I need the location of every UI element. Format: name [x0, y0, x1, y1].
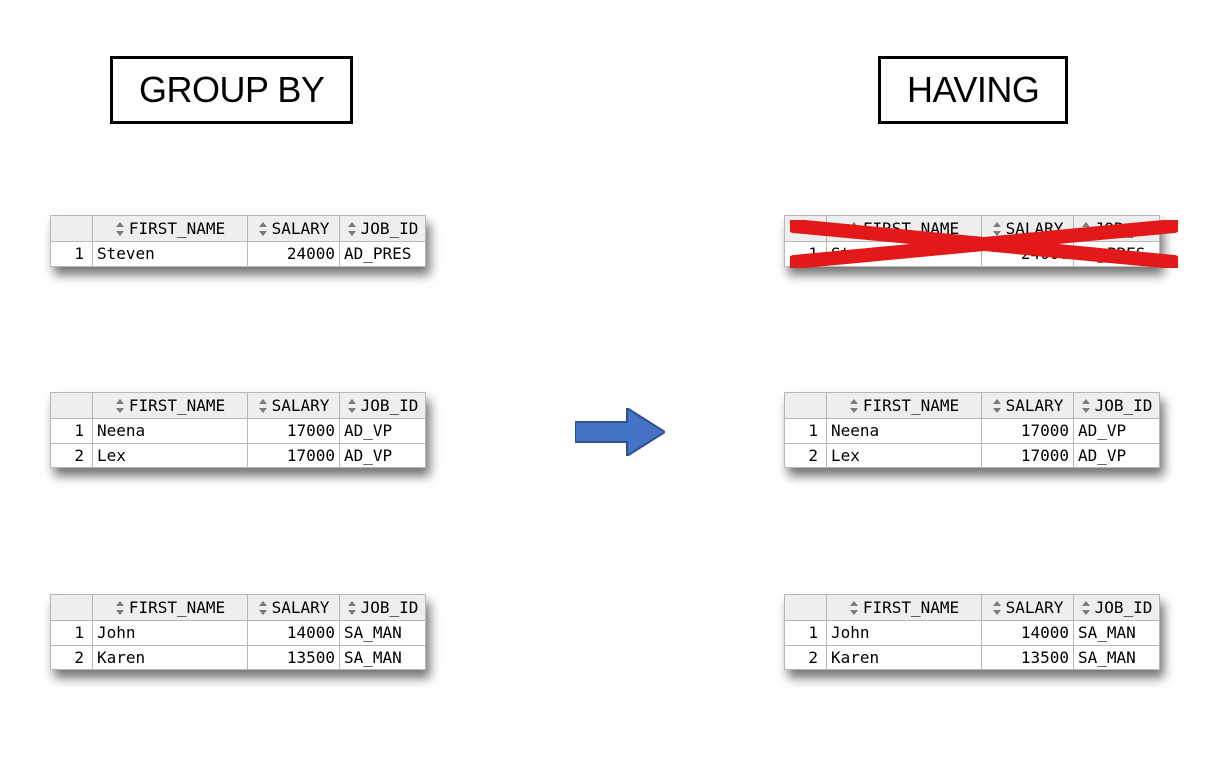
- col-job-id: JOB_ID: [340, 216, 426, 242]
- sort-icon: [1079, 399, 1093, 413]
- col-first-name: FIRST_NAME: [93, 216, 248, 242]
- col-salary: SALARY: [248, 393, 340, 419]
- col-salary: SALARY: [982, 393, 1074, 419]
- sort-icon: [990, 399, 1004, 413]
- table-row: 1 John 14000 SA_MAN: [51, 621, 426, 646]
- title-group-by: GROUP BY: [110, 56, 353, 124]
- col-rownum: [785, 393, 827, 419]
- sort-icon: [847, 601, 861, 615]
- sort-icon: [990, 601, 1004, 615]
- sort-icon: [1079, 601, 1093, 615]
- table-row: 1 John 14000 SA_MAN: [785, 621, 1160, 646]
- table-row: 1 Neena 17000 AD_VP: [51, 419, 426, 444]
- col-rownum: [785, 595, 827, 621]
- group-by-table-3: FIRST_NAME SALARY JOB_ID 1 John 14000 SA…: [50, 594, 426, 670]
- title-having: HAVING: [878, 56, 1068, 124]
- col-job-id: JOB_ID: [340, 595, 426, 621]
- col-rownum: [51, 216, 93, 242]
- having-table-3: FIRST_NAME SALARY JOB_ID 1 John 14000 SA…: [784, 594, 1160, 670]
- cross-out-icon: [790, 220, 1178, 268]
- sort-icon: [345, 601, 359, 615]
- sort-icon: [256, 222, 270, 236]
- table-row: 2 Lex 17000 AD_VP: [51, 443, 426, 468]
- table-row: 2 Lex 17000 AD_VP: [785, 443, 1160, 468]
- sort-icon: [345, 222, 359, 236]
- col-first-name: FIRST_NAME: [93, 595, 248, 621]
- having-table-2: FIRST_NAME SALARY JOB_ID 1 Neena 17000 A…: [784, 392, 1160, 468]
- group-by-table-1: FIRST_NAME SALARY JOB_ID 1 Steven 24000 …: [50, 215, 426, 267]
- sort-icon: [113, 601, 127, 615]
- col-salary: SALARY: [248, 216, 340, 242]
- arrow-icon: [575, 408, 665, 456]
- col-job-id: JOB_ID: [1074, 595, 1160, 621]
- sort-icon: [256, 601, 270, 615]
- group-by-table-2: FIRST_NAME SALARY JOB_ID 1 Neena 17000 A…: [50, 392, 426, 468]
- col-rownum: [51, 393, 93, 419]
- table-row: 1 Neena 17000 AD_VP: [785, 419, 1160, 444]
- sort-icon: [847, 399, 861, 413]
- col-first-name: FIRST_NAME: [93, 393, 248, 419]
- col-rownum: [51, 595, 93, 621]
- table-row: 2 Karen 13500 SA_MAN: [785, 645, 1160, 670]
- col-salary: SALARY: [982, 595, 1074, 621]
- col-job-id: JOB_ID: [340, 393, 426, 419]
- col-salary: SALARY: [248, 595, 340, 621]
- col-first-name: FIRST_NAME: [827, 393, 982, 419]
- sort-icon: [113, 222, 127, 236]
- sort-icon: [345, 399, 359, 413]
- table-row: 1 Steven 24000 AD_PRES: [51, 242, 426, 267]
- col-first-name: FIRST_NAME: [827, 595, 982, 621]
- col-job-id: JOB_ID: [1074, 393, 1160, 419]
- sort-icon: [256, 399, 270, 413]
- table-row: 2 Karen 13500 SA_MAN: [51, 645, 426, 670]
- sort-icon: [113, 399, 127, 413]
